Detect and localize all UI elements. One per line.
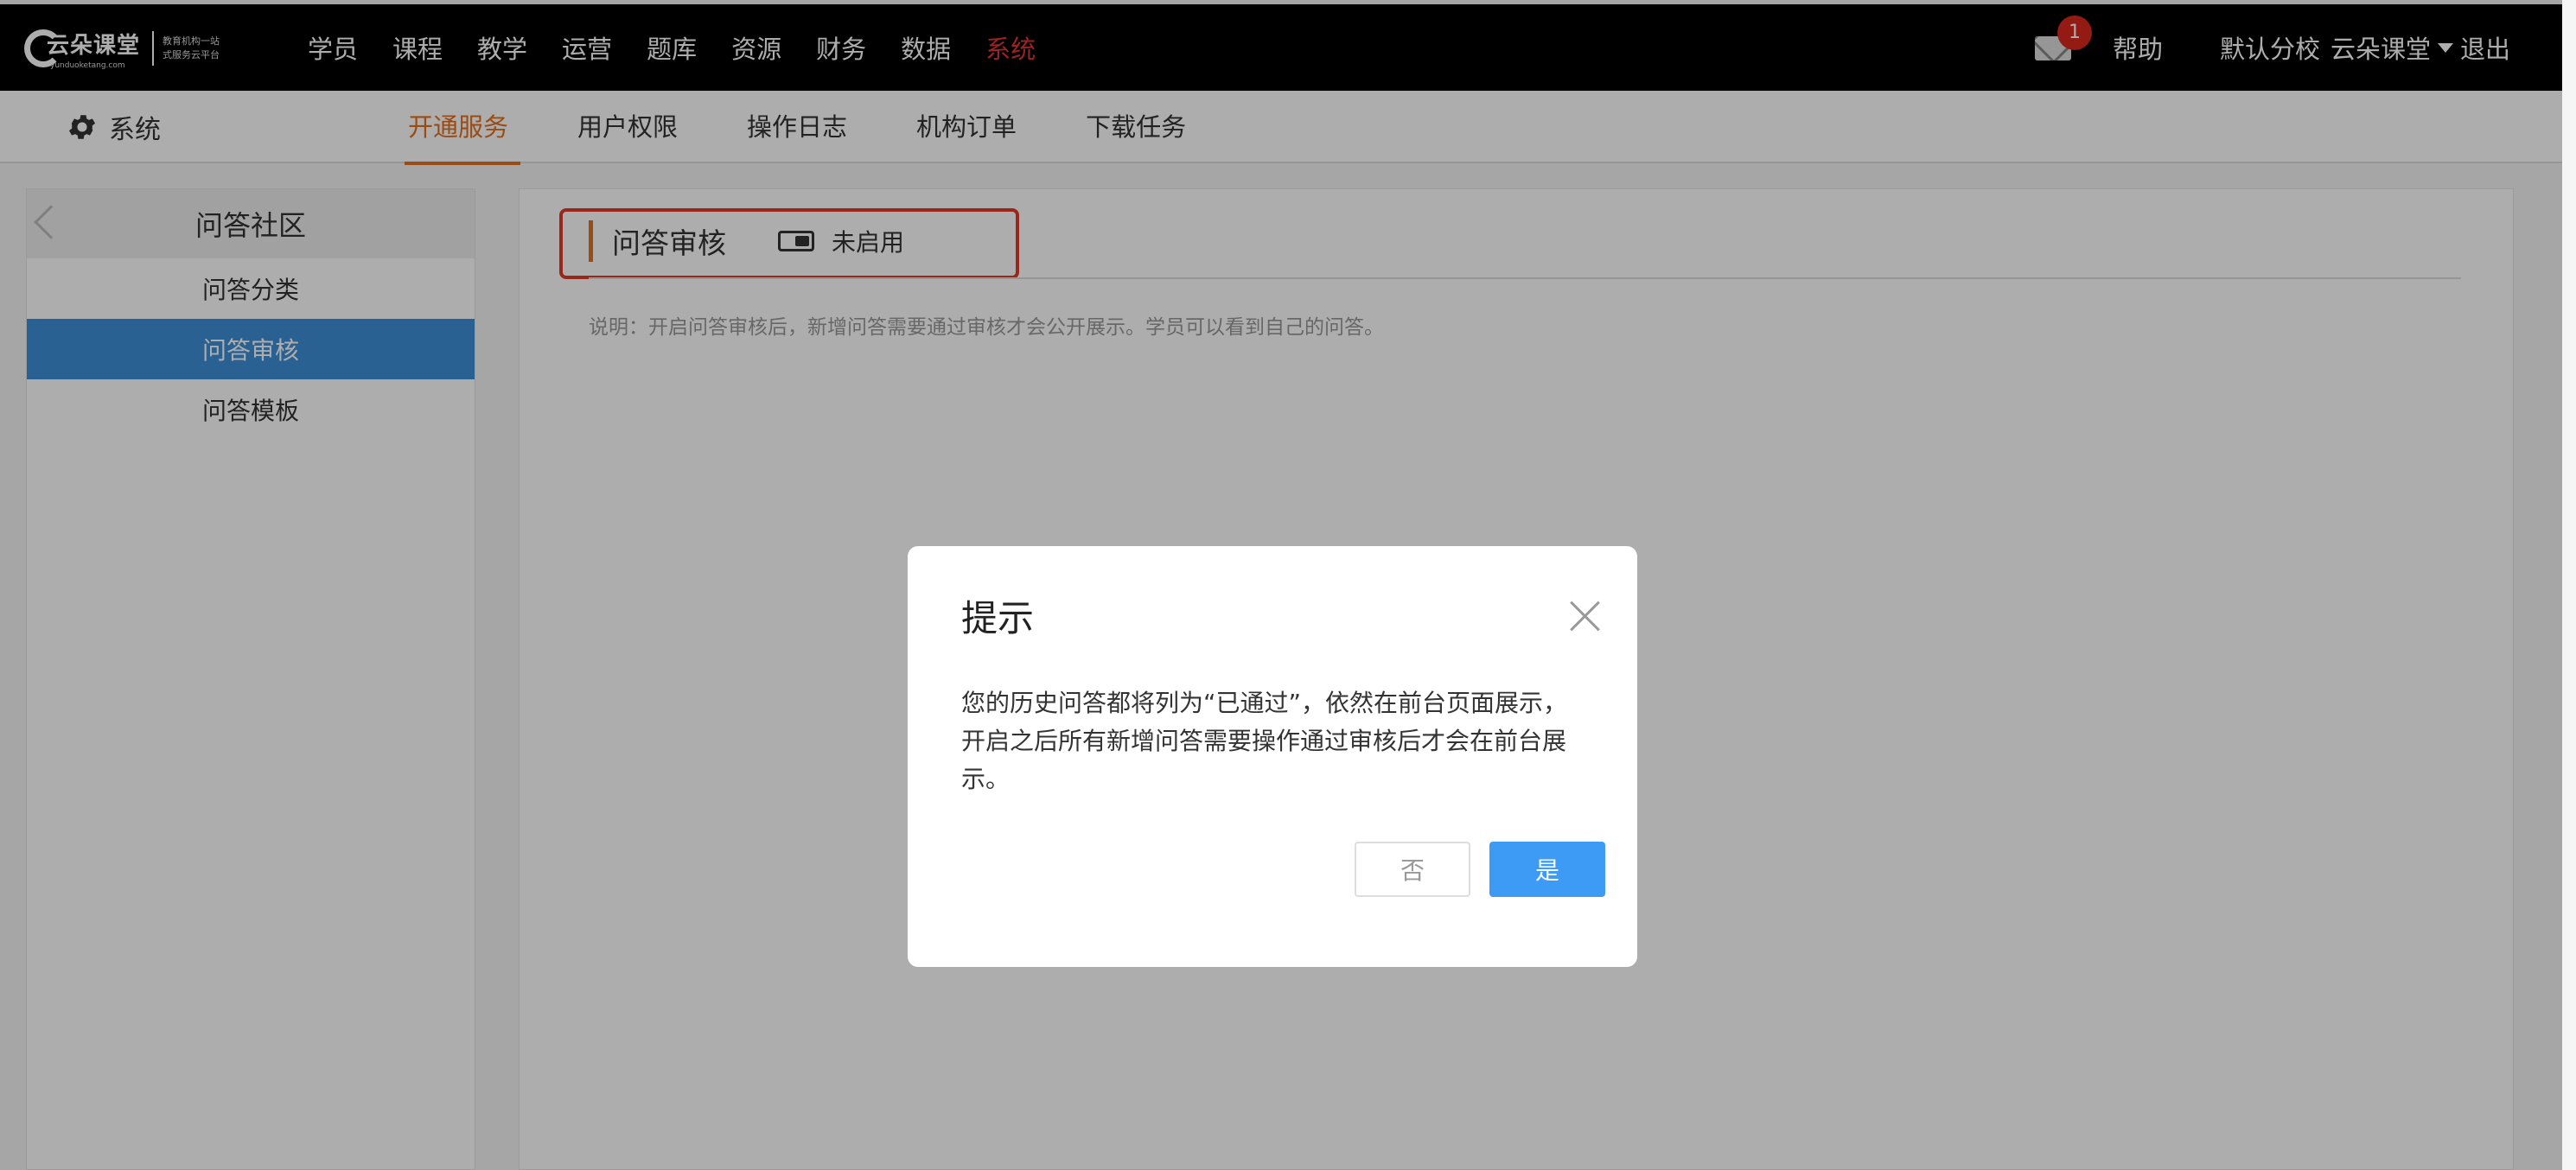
cancel-button[interactable]: 否 — [1355, 842, 1470, 897]
close-icon[interactable] — [1570, 600, 1601, 631]
confirm-dialog: 提示 您的历史问答都将列为“已通过”，依然在前台页面展示， 开启之后所有新增问答… — [908, 546, 1637, 967]
confirm-button[interactable]: 是 — [1489, 842, 1605, 897]
dialog-message-line1: 您的历史问答都将列为“已通过”，依然在前台页面展示， — [961, 689, 1568, 717]
dialog-message-line3: 示。 — [961, 765, 1011, 793]
dialog-message: 您的历史问答都将列为“已通过”，依然在前台页面展示， 开启之后所有新增问答需要操… — [961, 684, 1592, 798]
dialog-message-line2: 开启之后所有新增问答需要操作通过审核后才会在前台展 — [961, 727, 1567, 755]
dialog-title: 提示 — [961, 597, 1035, 639]
